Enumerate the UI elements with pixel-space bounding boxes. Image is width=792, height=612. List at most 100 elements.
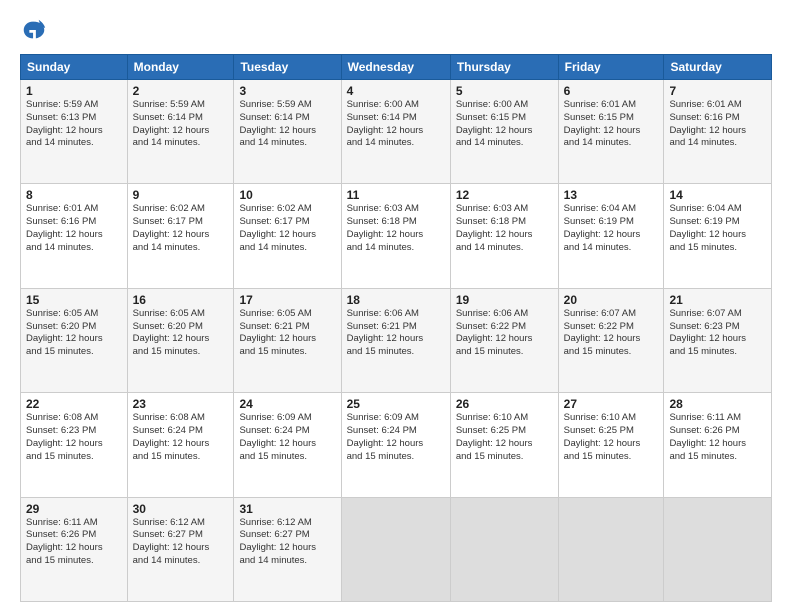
day-number: 15	[26, 293, 122, 307]
weekday-header: Wednesday	[341, 55, 450, 80]
calendar-day-cell: 11Sunrise: 6:03 AMSunset: 6:18 PMDayligh…	[341, 184, 450, 288]
day-info: Sunrise: 6:00 AMSunset: 6:14 PMDaylight:…	[347, 99, 445, 150]
day-number: 16	[133, 293, 229, 307]
calendar-day-cell: 1Sunrise: 5:59 AMSunset: 6:13 PMDaylight…	[21, 80, 128, 184]
day-number: 28	[669, 397, 766, 411]
weekday-header: Monday	[127, 55, 234, 80]
day-info: Sunrise: 5:59 AMSunset: 6:14 PMDaylight:…	[239, 99, 335, 150]
day-info: Sunrise: 6:12 AMSunset: 6:27 PMDaylight:…	[133, 517, 229, 568]
calendar-week-row: 1Sunrise: 5:59 AMSunset: 6:13 PMDaylight…	[21, 80, 772, 184]
calendar-day-cell: 31Sunrise: 6:12 AMSunset: 6:27 PMDayligh…	[234, 497, 341, 601]
day-info: Sunrise: 6:09 AMSunset: 6:24 PMDaylight:…	[347, 412, 445, 463]
day-info: Sunrise: 6:03 AMSunset: 6:18 PMDaylight:…	[347, 203, 445, 254]
page: SundayMondayTuesdayWednesdayThursdayFrid…	[0, 0, 792, 612]
day-number: 5	[456, 84, 553, 98]
day-info: Sunrise: 6:00 AMSunset: 6:15 PMDaylight:…	[456, 99, 553, 150]
day-number: 6	[564, 84, 659, 98]
calendar-day-cell: 13Sunrise: 6:04 AMSunset: 6:19 PMDayligh…	[558, 184, 664, 288]
day-info: Sunrise: 6:12 AMSunset: 6:27 PMDaylight:…	[239, 517, 335, 568]
day-info: Sunrise: 6:10 AMSunset: 6:25 PMDaylight:…	[456, 412, 553, 463]
calendar-day-cell: 6Sunrise: 6:01 AMSunset: 6:15 PMDaylight…	[558, 80, 664, 184]
day-info: Sunrise: 6:04 AMSunset: 6:19 PMDaylight:…	[669, 203, 766, 254]
calendar-day-cell: 7Sunrise: 6:01 AMSunset: 6:16 PMDaylight…	[664, 80, 772, 184]
day-number: 18	[347, 293, 445, 307]
calendar-day-cell: 10Sunrise: 6:02 AMSunset: 6:17 PMDayligh…	[234, 184, 341, 288]
calendar-day-cell: 20Sunrise: 6:07 AMSunset: 6:22 PMDayligh…	[558, 288, 664, 392]
day-info: Sunrise: 6:05 AMSunset: 6:21 PMDaylight:…	[239, 308, 335, 359]
day-number: 25	[347, 397, 445, 411]
day-info: Sunrise: 6:05 AMSunset: 6:20 PMDaylight:…	[133, 308, 229, 359]
day-number: 7	[669, 84, 766, 98]
weekday-header: Saturday	[664, 55, 772, 80]
day-info: Sunrise: 6:06 AMSunset: 6:22 PMDaylight:…	[456, 308, 553, 359]
calendar-day-cell: 19Sunrise: 6:06 AMSunset: 6:22 PMDayligh…	[450, 288, 558, 392]
weekday-header-row: SundayMondayTuesdayWednesdayThursdayFrid…	[21, 55, 772, 80]
day-info: Sunrise: 6:03 AMSunset: 6:18 PMDaylight:…	[456, 203, 553, 254]
day-number: 2	[133, 84, 229, 98]
calendar-day-cell: 30Sunrise: 6:12 AMSunset: 6:27 PMDayligh…	[127, 497, 234, 601]
day-number: 21	[669, 293, 766, 307]
day-number: 20	[564, 293, 659, 307]
day-number: 14	[669, 188, 766, 202]
day-info: Sunrise: 6:07 AMSunset: 6:22 PMDaylight:…	[564, 308, 659, 359]
day-number: 11	[347, 188, 445, 202]
calendar-day-cell: 23Sunrise: 6:08 AMSunset: 6:24 PMDayligh…	[127, 393, 234, 497]
day-info: Sunrise: 6:11 AMSunset: 6:26 PMDaylight:…	[669, 412, 766, 463]
calendar-day-cell: 9Sunrise: 6:02 AMSunset: 6:17 PMDaylight…	[127, 184, 234, 288]
day-number: 3	[239, 84, 335, 98]
weekday-header: Tuesday	[234, 55, 341, 80]
day-number: 31	[239, 502, 335, 516]
calendar-day-cell: 28Sunrise: 6:11 AMSunset: 6:26 PMDayligh…	[664, 393, 772, 497]
day-info: Sunrise: 6:01 AMSunset: 6:16 PMDaylight:…	[26, 203, 122, 254]
day-number: 27	[564, 397, 659, 411]
calendar-day-cell: 16Sunrise: 6:05 AMSunset: 6:20 PMDayligh…	[127, 288, 234, 392]
day-number: 17	[239, 293, 335, 307]
calendar-day-cell: 17Sunrise: 6:05 AMSunset: 6:21 PMDayligh…	[234, 288, 341, 392]
day-info: Sunrise: 6:01 AMSunset: 6:15 PMDaylight:…	[564, 99, 659, 150]
day-info: Sunrise: 6:01 AMSunset: 6:16 PMDaylight:…	[669, 99, 766, 150]
day-info: Sunrise: 6:02 AMSunset: 6:17 PMDaylight:…	[133, 203, 229, 254]
day-info: Sunrise: 5:59 AMSunset: 6:14 PMDaylight:…	[133, 99, 229, 150]
day-info: Sunrise: 6:02 AMSunset: 6:17 PMDaylight:…	[239, 203, 335, 254]
calendar-day-cell: 21Sunrise: 6:07 AMSunset: 6:23 PMDayligh…	[664, 288, 772, 392]
header	[20, 16, 772, 44]
calendar-table: SundayMondayTuesdayWednesdayThursdayFrid…	[20, 54, 772, 602]
day-info: Sunrise: 6:04 AMSunset: 6:19 PMDaylight:…	[564, 203, 659, 254]
calendar-week-row: 29Sunrise: 6:11 AMSunset: 6:26 PMDayligh…	[21, 497, 772, 601]
calendar-week-row: 8Sunrise: 6:01 AMSunset: 6:16 PMDaylight…	[21, 184, 772, 288]
weekday-header: Friday	[558, 55, 664, 80]
day-number: 8	[26, 188, 122, 202]
calendar-day-cell: 29Sunrise: 6:11 AMSunset: 6:26 PMDayligh…	[21, 497, 128, 601]
day-number: 13	[564, 188, 659, 202]
day-number: 26	[456, 397, 553, 411]
calendar-day-cell	[341, 497, 450, 601]
calendar-day-cell: 27Sunrise: 6:10 AMSunset: 6:25 PMDayligh…	[558, 393, 664, 497]
day-number: 30	[133, 502, 229, 516]
day-number: 29	[26, 502, 122, 516]
day-number: 10	[239, 188, 335, 202]
day-number: 12	[456, 188, 553, 202]
calendar-day-cell: 14Sunrise: 6:04 AMSunset: 6:19 PMDayligh…	[664, 184, 772, 288]
day-info: Sunrise: 6:05 AMSunset: 6:20 PMDaylight:…	[26, 308, 122, 359]
calendar-day-cell: 18Sunrise: 6:06 AMSunset: 6:21 PMDayligh…	[341, 288, 450, 392]
weekday-header: Sunday	[21, 55, 128, 80]
calendar-day-cell	[450, 497, 558, 601]
day-number: 24	[239, 397, 335, 411]
day-info: Sunrise: 6:06 AMSunset: 6:21 PMDaylight:…	[347, 308, 445, 359]
calendar-day-cell: 22Sunrise: 6:08 AMSunset: 6:23 PMDayligh…	[21, 393, 128, 497]
day-info: Sunrise: 6:07 AMSunset: 6:23 PMDaylight:…	[669, 308, 766, 359]
calendar-day-cell: 4Sunrise: 6:00 AMSunset: 6:14 PMDaylight…	[341, 80, 450, 184]
weekday-header: Thursday	[450, 55, 558, 80]
day-number: 23	[133, 397, 229, 411]
day-info: Sunrise: 6:08 AMSunset: 6:23 PMDaylight:…	[26, 412, 122, 463]
calendar-week-row: 15Sunrise: 6:05 AMSunset: 6:20 PMDayligh…	[21, 288, 772, 392]
calendar-day-cell: 5Sunrise: 6:00 AMSunset: 6:15 PMDaylight…	[450, 80, 558, 184]
calendar-day-cell: 8Sunrise: 6:01 AMSunset: 6:16 PMDaylight…	[21, 184, 128, 288]
logo	[20, 16, 52, 44]
calendar-day-cell: 2Sunrise: 5:59 AMSunset: 6:14 PMDaylight…	[127, 80, 234, 184]
day-number: 4	[347, 84, 445, 98]
day-number: 22	[26, 397, 122, 411]
day-number: 19	[456, 293, 553, 307]
calendar-day-cell: 26Sunrise: 6:10 AMSunset: 6:25 PMDayligh…	[450, 393, 558, 497]
calendar-day-cell: 25Sunrise: 6:09 AMSunset: 6:24 PMDayligh…	[341, 393, 450, 497]
